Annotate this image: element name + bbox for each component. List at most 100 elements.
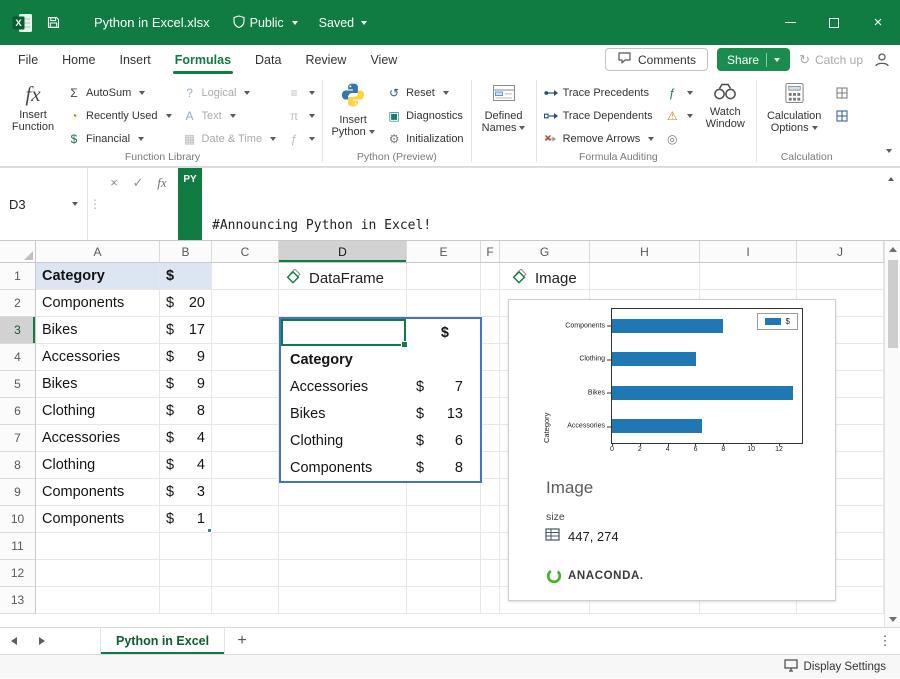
column-header-H[interactable]: H <box>590 241 700 263</box>
remove-arrows-button[interactable]: Remove Arrows <box>540 128 659 150</box>
add-sheet-button[interactable]: + <box>225 628 259 654</box>
cell-C8[interactable] <box>212 452 279 479</box>
cell-F13[interactable] <box>481 587 500 614</box>
sheet-tab-python-in-excel[interactable]: Python in Excel <box>100 628 225 654</box>
cell-F5[interactable] <box>481 371 500 398</box>
scroll-up-button[interactable] <box>885 241 900 257</box>
cell-C1[interactable] <box>212 263 279 290</box>
column-header-B[interactable]: B <box>160 241 212 263</box>
tab-file[interactable]: File <box>6 45 50 74</box>
recently-used-button[interactable]: ◔Recently Used <box>63 105 176 127</box>
select-all-corner[interactable] <box>0 241 36 263</box>
row-header-11[interactable]: 11 <box>0 533 36 560</box>
more-functions-button[interactable]: ƒ <box>283 128 319 150</box>
cancel-button[interactable]: × <box>102 168 126 240</box>
cell-C6[interactable] <box>212 398 279 425</box>
insert-python-button[interactable]: Insert Python <box>326 78 380 138</box>
column-header-E[interactable]: E <box>407 241 481 263</box>
trace-dependents-button[interactable]: Trace Dependents <box>540 105 659 127</box>
python-diagnostics-button[interactable]: ▣Diagnostics <box>383 105 467 127</box>
lookup-reference-button[interactable]: ≡ <box>283 82 319 104</box>
cell-C12[interactable] <box>212 560 279 587</box>
cell-E13[interactable] <box>407 587 481 614</box>
cell-F2[interactable] <box>481 290 500 317</box>
text-button[interactable]: AText <box>179 105 281 127</box>
scroll-down-button[interactable] <box>885 611 900 627</box>
math-trig-button[interactable]: π <box>283 105 319 127</box>
dataframe-group-header[interactable]: Category <box>281 346 406 373</box>
cell-E9[interactable] <box>407 479 481 506</box>
cell-F8[interactable] <box>481 452 500 479</box>
cell-B11[interactable] <box>160 533 212 560</box>
cell-C4[interactable] <box>212 344 279 371</box>
insert-function-button-small[interactable]: fx <box>150 168 174 240</box>
cell-H1[interactable] <box>590 263 700 290</box>
selected-cell-D3[interactable] <box>281 319 406 346</box>
name-box-resize-handle[interactable]: ⋮ <box>88 168 102 240</box>
column-header-G[interactable]: G <box>500 241 590 263</box>
row-header-13[interactable]: 13 <box>0 587 36 614</box>
catch-up-button[interactable]: ↻ Catch up <box>799 52 863 68</box>
python-reset-button[interactable]: ↺Reset <box>383 82 467 104</box>
share-button[interactable]: Share <box>717 48 790 71</box>
dataframe-empty-cell[interactable] <box>406 346 480 373</box>
tab-insert[interactable]: Insert <box>108 45 163 74</box>
maximize-button[interactable] <box>812 0 856 45</box>
cell-E1[interactable] <box>407 263 481 290</box>
user-icon[interactable] <box>874 52 890 68</box>
column-header-I[interactable]: I <box>700 241 797 263</box>
cell-D11[interactable] <box>279 533 407 560</box>
close-button[interactable]: × <box>856 0 900 45</box>
evaluate-formula-button[interactable]: ◎ <box>661 128 697 150</box>
cell-C9[interactable] <box>212 479 279 506</box>
row-header-9[interactable]: 9 <box>0 479 36 506</box>
display-settings-button[interactable]: Display Settings <box>784 659 886 675</box>
tab-data[interactable]: Data <box>243 45 293 74</box>
cell-C11[interactable] <box>212 533 279 560</box>
name-box[interactable]: D3 <box>0 168 88 240</box>
cell-B5[interactable]: $9 <box>160 371 212 398</box>
cell-A5[interactable]: Bikes <box>36 371 160 398</box>
cell-F11[interactable] <box>481 533 500 560</box>
cell-F9[interactable] <box>481 479 500 506</box>
cell-F1[interactable] <box>481 263 500 290</box>
sheet-menu-button[interactable]: ⋮ <box>870 628 900 654</box>
row-header-6[interactable]: 6 <box>0 398 36 425</box>
row-header-2[interactable]: 2 <box>0 290 36 317</box>
dataframe-value-header[interactable]: $ <box>406 319 480 346</box>
row-header-5[interactable]: 5 <box>0 371 36 398</box>
dataframe-row-label[interactable]: Accessories <box>281 373 406 400</box>
row-header-12[interactable]: 12 <box>0 560 36 587</box>
dataframe-row-value[interactable]: $6 <box>406 427 480 454</box>
cell-B9[interactable]: $3 <box>160 479 212 506</box>
cell-E12[interactable] <box>407 560 481 587</box>
cell-E2[interactable] <box>407 290 481 317</box>
dataframe-output-table[interactable]: $CategoryAccessories$7Bikes$13Clothing$6… <box>279 317 482 483</box>
cell-F7[interactable] <box>481 425 500 452</box>
cell-F10[interactable] <box>481 506 500 533</box>
column-header-C[interactable]: C <box>212 241 279 263</box>
calculate-now-button[interactable] <box>831 82 853 104</box>
tab-formulas[interactable]: Formulas <box>163 45 243 74</box>
comments-button[interactable]: Comments <box>605 48 708 71</box>
cell-B6[interactable]: $8 <box>160 398 212 425</box>
row-header-3[interactable]: 3 <box>0 317 36 344</box>
date-time-button[interactable]: ▦Date & Time <box>179 128 281 150</box>
cell-B13[interactable] <box>160 587 212 614</box>
financial-button[interactable]: $Financial <box>63 128 176 150</box>
spreadsheet-grid[interactable]: ABCDEFGHIJ 1Category$2Components$203Bike… <box>0 241 884 627</box>
sheet-nav-left-button[interactable] <box>0 628 28 654</box>
defined-names-button[interactable]: Defined Names <box>475 78 533 134</box>
dataframe-row-value[interactable]: $7 <box>406 373 480 400</box>
cell-B12[interactable] <box>160 560 212 587</box>
sensitivity-label-button[interactable]: Public <box>226 12 305 34</box>
cell-D12[interactable] <box>279 560 407 587</box>
cell-C13[interactable] <box>212 587 279 614</box>
cell-F4[interactable] <box>481 344 500 371</box>
cell-A1[interactable]: Category <box>36 263 160 290</box>
dataframe-row-value[interactable]: $8 <box>406 454 480 481</box>
cell-B10[interactable]: $1 <box>160 506 212 533</box>
cell-D2[interactable] <box>279 290 407 317</box>
cell-B2[interactable]: $20 <box>160 290 212 317</box>
cell-C10[interactable] <box>212 506 279 533</box>
